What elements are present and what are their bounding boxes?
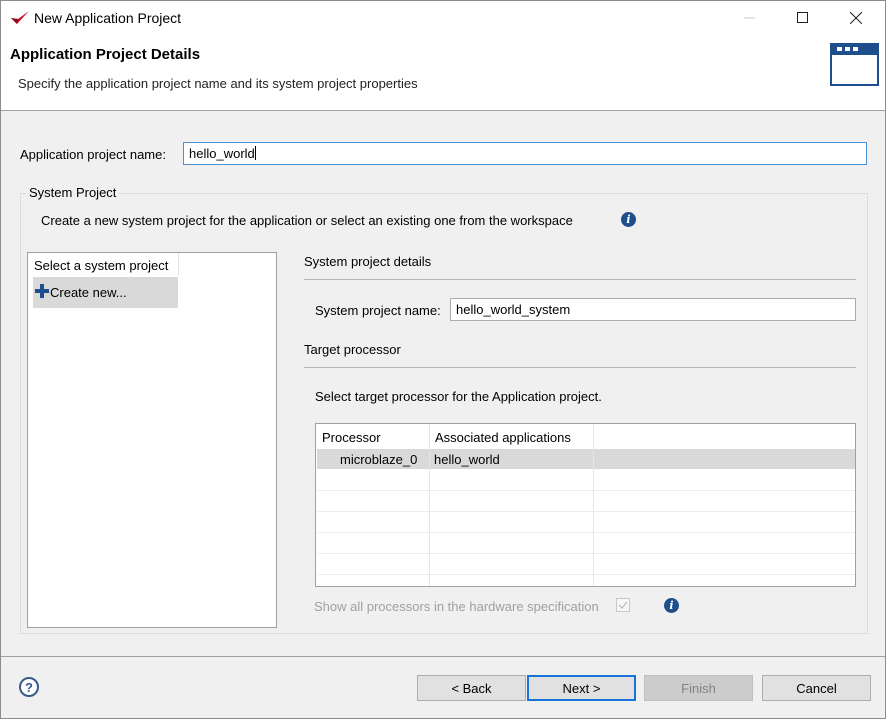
minimize-button[interactable] — [727, 1, 773, 35]
window-title: New Application Project — [34, 10, 182, 26]
page-description: Specify the application project name and… — [18, 76, 418, 91]
maximize-icon — [797, 12, 808, 23]
list-item-label: Create new... — [50, 285, 127, 300]
list-header: Select a system project — [34, 258, 169, 273]
title-bar: New Application Project — [1, 1, 885, 35]
footer-divider — [1, 656, 885, 657]
wizard-header: Application Project Details Specify the … — [1, 35, 885, 111]
column-divider — [593, 424, 594, 586]
app-name-input[interactable]: hello_world — [183, 142, 867, 165]
cell-applications: hello_world — [434, 452, 500, 467]
plus-icon — [35, 284, 49, 298]
page-title: Application Project Details — [10, 46, 201, 63]
back-button[interactable]: < Back — [417, 675, 526, 701]
row-divider — [317, 511, 855, 512]
help-icon[interactable]: ? — [19, 677, 39, 697]
close-icon — [850, 12, 862, 24]
list-header-divider — [178, 253, 179, 276]
column-header-processor[interactable]: Processor — [322, 430, 381, 445]
system-project-name-label: System project name: — [315, 303, 441, 318]
text-caret — [254, 146, 256, 160]
target-processor-description: Select target processor for the Applicat… — [315, 389, 602, 404]
cell-processor: microblaze_0 — [340, 452, 418, 467]
app-name-label: Application project name: — [20, 147, 166, 162]
system-project-description: Create a new system project for the appl… — [41, 213, 573, 228]
maximize-button[interactable] — [780, 1, 826, 35]
show-all-processors-label: Show all processors in the hardware spec… — [314, 599, 599, 614]
next-button[interactable]: Next > — [527, 675, 636, 701]
system-project-list[interactable]: Select a system project Create new... — [27, 252, 277, 628]
target-processor-title: Target processor — [304, 342, 401, 357]
row-divider — [317, 490, 855, 491]
cancel-button[interactable]: Cancel — [762, 675, 871, 701]
row-divider — [317, 553, 855, 554]
row-divider — [317, 574, 855, 575]
column-header-associated-applications[interactable]: Associated applications — [435, 430, 571, 445]
info-icon[interactable]: i — [621, 212, 636, 227]
vitis-logo-icon — [11, 11, 29, 24]
system-project-name-value: hello_world_system — [456, 302, 571, 317]
column-divider — [429, 424, 430, 586]
info-icon[interactable]: i — [664, 598, 679, 613]
app-name-value: hello_world — [189, 146, 255, 161]
target-divider — [304, 367, 856, 368]
new-application-project-dialog: New Application Project Application Proj… — [0, 0, 886, 719]
checkmark-icon — [618, 601, 628, 609]
processor-table[interactable]: Processor Associated applications microb… — [315, 423, 856, 587]
close-button[interactable] — [833, 1, 879, 35]
system-project-name-input[interactable]: hello_world_system — [450, 298, 856, 321]
show-all-processors-checkbox[interactable] — [616, 598, 630, 612]
window-dialog-icon — [830, 43, 879, 86]
finish-button[interactable]: Finish — [644, 675, 753, 701]
system-project-details-title: System project details — [304, 254, 432, 269]
list-item-create-new[interactable]: Create new... — [33, 277, 178, 308]
details-divider — [304, 279, 856, 280]
minimize-icon — [744, 17, 755, 19]
system-project-group-title: System Project — [26, 185, 120, 200]
row-divider — [317, 532, 855, 533]
